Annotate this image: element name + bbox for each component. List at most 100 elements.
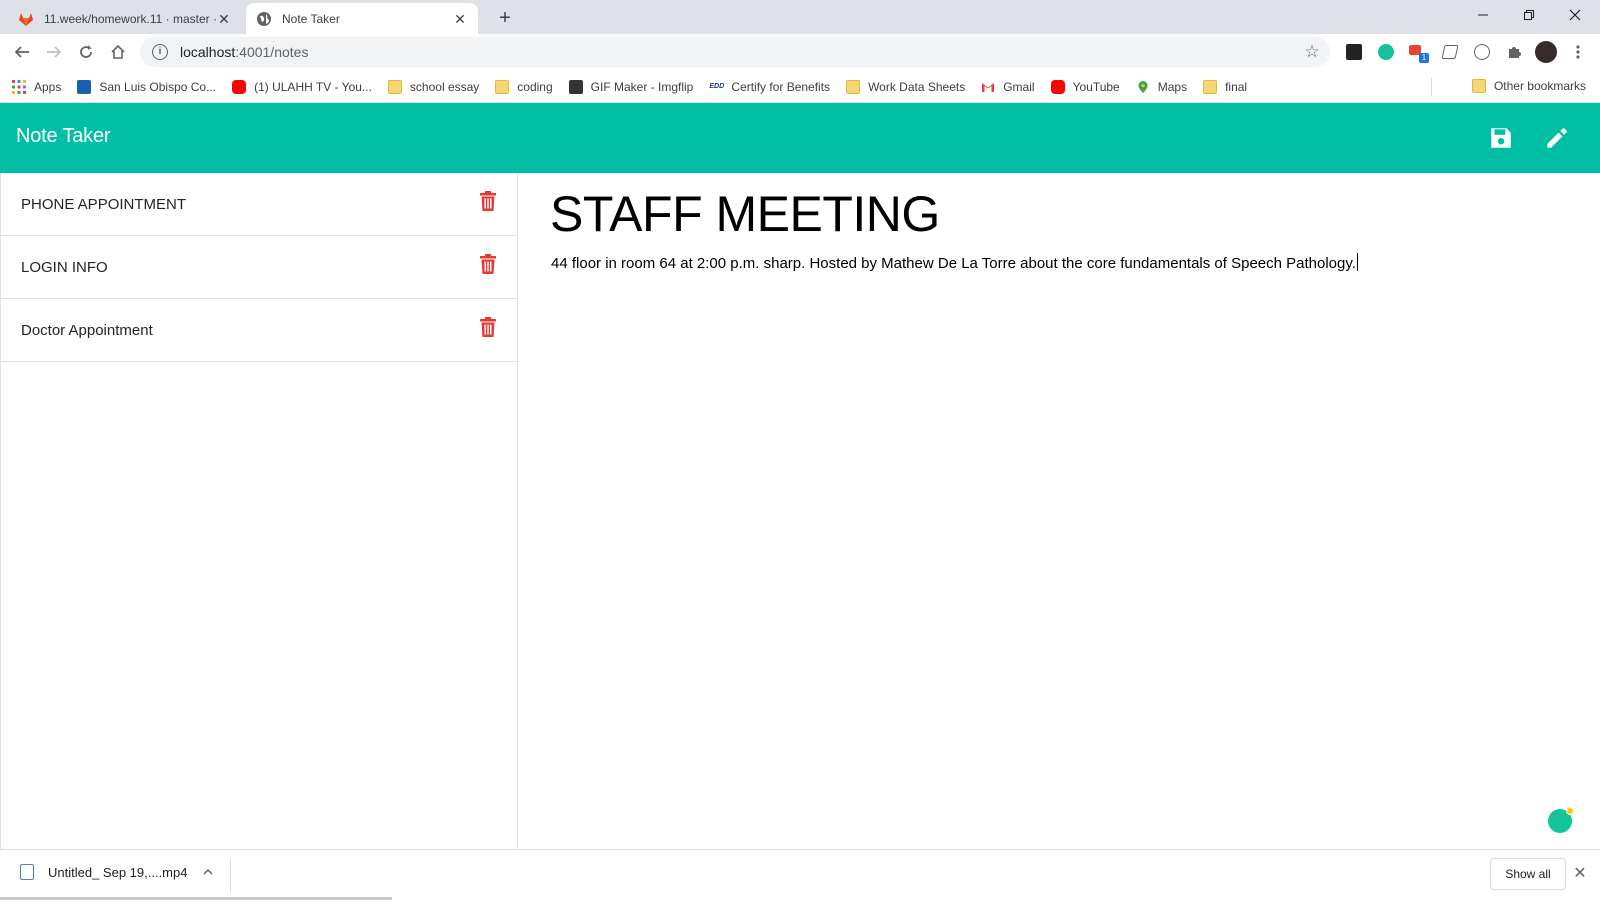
trash-icon[interactable] (479, 191, 499, 213)
app-brand[interactable]: Note Taker (16, 125, 111, 148)
extension-dark-icon[interactable] (1342, 40, 1366, 64)
reload-icon[interactable] (72, 38, 100, 66)
note-text: 44 floor in room 64 at 2:00 p.m. sharp. … (551, 255, 1356, 272)
bookmark-work-data-sheets[interactable]: Work Data Sheets (846, 79, 966, 94)
folder-icon (1203, 79, 1218, 94)
bookmark-maps[interactable]: Maps (1136, 80, 1187, 94)
url-host: localhost (180, 44, 236, 60)
back-arrow-icon[interactable] (8, 38, 36, 66)
note-title: LOGIN INFO (21, 258, 108, 276)
profile-avatar[interactable] (1534, 40, 1558, 64)
folder-icon (1471, 79, 1486, 93)
bookmark-san-luis-obispo[interactable]: San Luis Obispo Co... (77, 79, 217, 94)
trash-icon[interactable] (479, 254, 499, 276)
bookmark-apps[interactable]: Apps (12, 79, 62, 94)
tab-title: 11.week/homework.11 · master · (44, 11, 216, 26)
extension-script-icon[interactable] (1438, 40, 1462, 64)
download-separator (230, 858, 231, 892)
browser-tab-gitlab[interactable]: 11.week/homework.11 · master · ✕ (8, 3, 242, 34)
bookmark-youtube[interactable]: YouTube (1050, 79, 1120, 94)
bookmark-school-essay[interactable]: school essay (387, 79, 480, 94)
apps-grid-icon (12, 79, 26, 94)
browser-tab-note-taker[interactable]: Note Taker ✕ (246, 3, 478, 34)
note-title: Doctor Appointment (21, 321, 153, 339)
browser-tab-strip: 11.week/homework.11 · master · ✕ Note Ta… (0, 0, 1600, 34)
bookmark-label: (1) ULAHH TV - You... (254, 79, 372, 94)
youtube-icon (1050, 79, 1065, 94)
download-item[interactable]: Untitled_ Sep 19,....mp4 (20, 864, 214, 880)
home-icon[interactable] (104, 38, 132, 66)
extensions-puzzle-icon[interactable] (1502, 40, 1526, 64)
bookmarks-separator (1431, 78, 1432, 96)
minimize-icon[interactable] (1460, 0, 1506, 30)
grammarly-icon[interactable] (1548, 807, 1574, 833)
trash-icon[interactable] (479, 317, 499, 339)
other-bookmarks-label: Other bookmarks (1493, 79, 1586, 93)
maps-icon (1136, 80, 1150, 94)
forward-arrow-icon[interactable] (40, 38, 68, 66)
folder-icon (846, 79, 861, 94)
new-tab-plus-icon[interactable]: + (492, 6, 518, 32)
close-icon[interactable]: ✕ (1570, 864, 1590, 884)
list-item[interactable]: PHONE APPOINTMENT (1, 173, 517, 236)
notes-sidebar: PHONE APPOINTMENT LOGIN INFO Doctor Appo… (0, 173, 518, 849)
close-tab-icon[interactable]: ✕ (452, 11, 468, 27)
bookmark-label: Gmail (1003, 79, 1035, 94)
bookmark-star-icon[interactable]: ☆ (1302, 42, 1322, 62)
bookmark-gmail[interactable]: Gmail (981, 79, 1035, 94)
bookmark-coding[interactable]: coding (495, 79, 553, 94)
save-note-icon[interactable] (1486, 123, 1516, 153)
tab-title: Note Taker (282, 11, 340, 26)
bookmark-ulahh-tv[interactable]: (1) ULAHH TV - You... (232, 79, 372, 94)
note-title: PHONE APPOINTMENT (21, 195, 187, 213)
note-editor: STAFF MEETING 44 floor in room 64 at 2:0… (518, 173, 1600, 849)
bookmark-label: coding (517, 79, 553, 94)
bookmark-label: final (1225, 79, 1248, 94)
restore-window-icon[interactable] (1506, 0, 1552, 30)
app-navbar: Note Taker (0, 103, 1600, 173)
grammarly-extension-icon[interactable] (1374, 40, 1398, 64)
bookmark-label: Apps (34, 79, 62, 94)
video-file-icon (20, 864, 34, 880)
edd-icon: EDD (709, 79, 724, 94)
chevron-up-icon[interactable] (203, 865, 214, 879)
other-bookmarks[interactable]: Other bookmarks (1471, 79, 1586, 93)
bookmark-gif-maker[interactable]: GIF Maker - Imgflip (568, 79, 694, 94)
bookmark-label: Certify for Benefits (731, 79, 831, 94)
youtube-icon (232, 79, 247, 94)
bookmark-label: GIF Maker - Imgflip (590, 79, 694, 94)
text-caret (1356, 253, 1358, 271)
bookmark-label: school essay (409, 79, 480, 94)
site-info-icon[interactable]: i (152, 44, 168, 60)
bookmark-label: YouTube (1072, 79, 1120, 94)
grammarly-badge (1566, 807, 1574, 815)
gitlab-icon (18, 11, 34, 27)
close-tab-icon[interactable]: ✕ (216, 11, 232, 27)
bookmarks-bar: Apps San Luis Obispo Co... (1) ULAHH TV … (0, 71, 1600, 103)
site-icon (77, 79, 92, 94)
download-filename: Untitled_ Sep 19,....mp4 (48, 864, 188, 880)
url-path: :4001/notes (235, 44, 309, 60)
bookmark-final[interactable]: final (1203, 79, 1248, 94)
browser-toolbar: i localhost:4001/notes ☆ 1 (0, 34, 1600, 71)
note-text-area[interactable]: 44 floor in room 64 at 2:00 p.m. sharp. … (551, 253, 1358, 272)
folder-icon (495, 79, 510, 94)
list-item[interactable]: LOGIN INFO (1, 236, 517, 299)
download-bar: Untitled_ Sep 19,....mp4 Show all ✕ (0, 849, 1600, 900)
bookmark-certify-benefits[interactable]: EDD Certify for Benefits (709, 79, 831, 94)
show-all-button[interactable]: Show all (1490, 858, 1566, 890)
address-bar[interactable]: i localhost:4001/notes ☆ (140, 37, 1330, 67)
browser-menu-icon[interactable] (1566, 40, 1590, 64)
new-note-pencil-icon[interactable] (1542, 123, 1572, 153)
gmail-icon (981, 80, 995, 94)
globe-icon (256, 11, 272, 27)
list-item[interactable]: Doctor Appointment (1, 299, 517, 362)
note-title-input[interactable]: STAFF MEETING (550, 185, 940, 243)
imgflip-icon (568, 79, 583, 94)
folder-icon (387, 79, 402, 94)
bookmark-label: Work Data Sheets (868, 79, 966, 94)
bookmark-label: San Luis Obispo Co... (99, 79, 217, 94)
extension-badge-icon[interactable]: 1 (1406, 40, 1430, 64)
extension-circle-icon[interactable] (1470, 40, 1494, 64)
close-window-icon[interactable] (1552, 0, 1598, 30)
